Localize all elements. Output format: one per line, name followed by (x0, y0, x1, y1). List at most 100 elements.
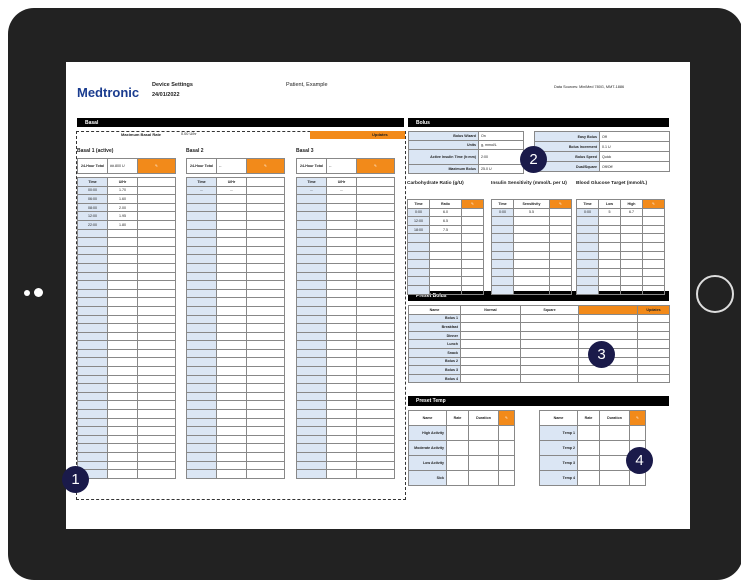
basal-time-cell: 08:00 (78, 203, 108, 213)
basal-time-cell (297, 461, 327, 471)
basal-time-cell (297, 255, 327, 264)
bolus-setting-value: 0.1 U (600, 142, 670, 152)
table-cell (638, 366, 670, 375)
device-settings-report: Medtronic Device Settings 24/01/2022 Pat… (66, 62, 690, 529)
basal-rate-cell (217, 306, 247, 316)
basal-rate-cell (108, 298, 138, 307)
preset-temp-header: Preset Temp (408, 396, 669, 406)
basal-time-cell (187, 246, 217, 256)
basal-rate-cell (217, 272, 247, 282)
insulin-sensitivity-cell (492, 285, 514, 295)
preset-bolus-name: Bolus 1 (409, 314, 461, 324)
carb-ratio-edit-button[interactable]: ✎ (462, 200, 484, 209)
table-cell (521, 374, 579, 384)
table-cell (247, 272, 285, 282)
home-button[interactable] (696, 275, 734, 313)
bg-target-edit-button[interactable]: ✎ (643, 200, 665, 209)
basal-rate-cell (327, 281, 357, 290)
table-cell (138, 410, 176, 419)
carb-ratio-cell: 18:00 (408, 225, 430, 235)
basal-rate-cell (327, 298, 357, 307)
basal-time-cell (78, 410, 108, 419)
bg-target-cell (599, 277, 621, 286)
basal-rate-cell (327, 453, 357, 462)
table-cell (247, 349, 285, 359)
table-cell (357, 298, 395, 307)
bg-target-cell (621, 285, 643, 295)
preset-temp-left-row-label: High Activity (409, 426, 447, 441)
basal-rate-cell (217, 195, 247, 204)
bg-target-cell: 6.7 (621, 208, 643, 218)
insulin-sensitivity-edit-button[interactable]: ✎ (550, 200, 572, 209)
basal-time-cell: -- (187, 186, 217, 196)
preset-bolus-updates: Updates (638, 306, 670, 315)
basal-rate-cell (327, 401, 357, 411)
bg-target-cell (599, 225, 621, 235)
carb-ratio-cell: 6.5 (430, 217, 462, 226)
basal-time-cell (78, 435, 108, 445)
table-cell (138, 178, 176, 187)
table-cell (247, 341, 285, 350)
bg-target-table: Time Low High ✎ 0:00 5 6.7 (576, 199, 665, 295)
bg-target-cell (621, 260, 643, 269)
table-cell (247, 470, 285, 479)
basal-rate-cell (327, 195, 357, 204)
basal-time-cell (297, 229, 327, 239)
preset-temp-left-edit-button[interactable]: ✎ (499, 411, 515, 426)
basal-time-cell (78, 263, 108, 273)
table-cell (579, 323, 638, 332)
basal-time-cell (187, 220, 217, 230)
basal-edit-button[interactable]: ✎ (247, 159, 285, 174)
basal-time-cell (297, 324, 327, 333)
carb-ratio-cell (462, 217, 484, 226)
basal-time-cell (78, 453, 108, 462)
basal-rate-cell (217, 384, 247, 393)
basal-time-cell (297, 427, 327, 436)
basal-total-label: 24-Hour Total (297, 159, 327, 174)
bg-target-cell (577, 225, 599, 235)
basal-rate-cell (108, 349, 138, 359)
bg-target-cell (599, 260, 621, 269)
basal-rate-cell (217, 410, 247, 419)
basal-time-cell (297, 392, 327, 402)
basal-rate-cell (108, 315, 138, 325)
carb-ratio-cell (462, 268, 484, 278)
table-cell (357, 238, 395, 247)
table-cell (138, 255, 176, 264)
bg-target-cell (577, 234, 599, 243)
basal-total-grid: 24-Hour Total -- ✎ (186, 158, 285, 174)
table-cell (138, 212, 176, 221)
callout-2: 2 (520, 146, 547, 173)
table-cell (461, 357, 521, 367)
basal-time-cell (187, 298, 217, 307)
preset-temp-right-edit-button[interactable]: ✎ (630, 411, 646, 426)
carb-ratio-cell (430, 234, 462, 243)
table-cell (499, 426, 515, 441)
table-cell (138, 418, 176, 428)
table-cell (521, 323, 579, 332)
table-cell (357, 435, 395, 445)
basal-rate-cell (217, 358, 247, 368)
preset-temp-left-row-label: Sick (409, 471, 447, 486)
insulin-sensitivity-col: Sensitivity (514, 200, 550, 209)
basal-edit-button[interactable]: ✎ (138, 159, 176, 174)
bg-target-cell: 0:00 (577, 208, 599, 218)
table-cell (357, 203, 395, 213)
table-cell (357, 246, 395, 256)
basal-time-cell (187, 392, 217, 402)
insulin-sensitivity-title: Insulin Sensitivity (mmol/L per U) (491, 181, 567, 186)
basal-rate-cell (327, 324, 357, 333)
basal-updates-bar (310, 131, 405, 139)
bg-target-cell (643, 242, 665, 252)
table-cell (247, 435, 285, 445)
table-cell (138, 298, 176, 307)
table-cell (138, 272, 176, 282)
basal-time-cell (78, 272, 108, 282)
basal-edit-button[interactable]: ✎ (357, 159, 395, 174)
basal-rate-cell (217, 401, 247, 411)
table-cell (521, 331, 579, 341)
table-cell (357, 255, 395, 264)
basal-updates-label: Updates (372, 132, 388, 137)
basal-rate-cell (108, 367, 138, 376)
table-cell (247, 427, 285, 436)
